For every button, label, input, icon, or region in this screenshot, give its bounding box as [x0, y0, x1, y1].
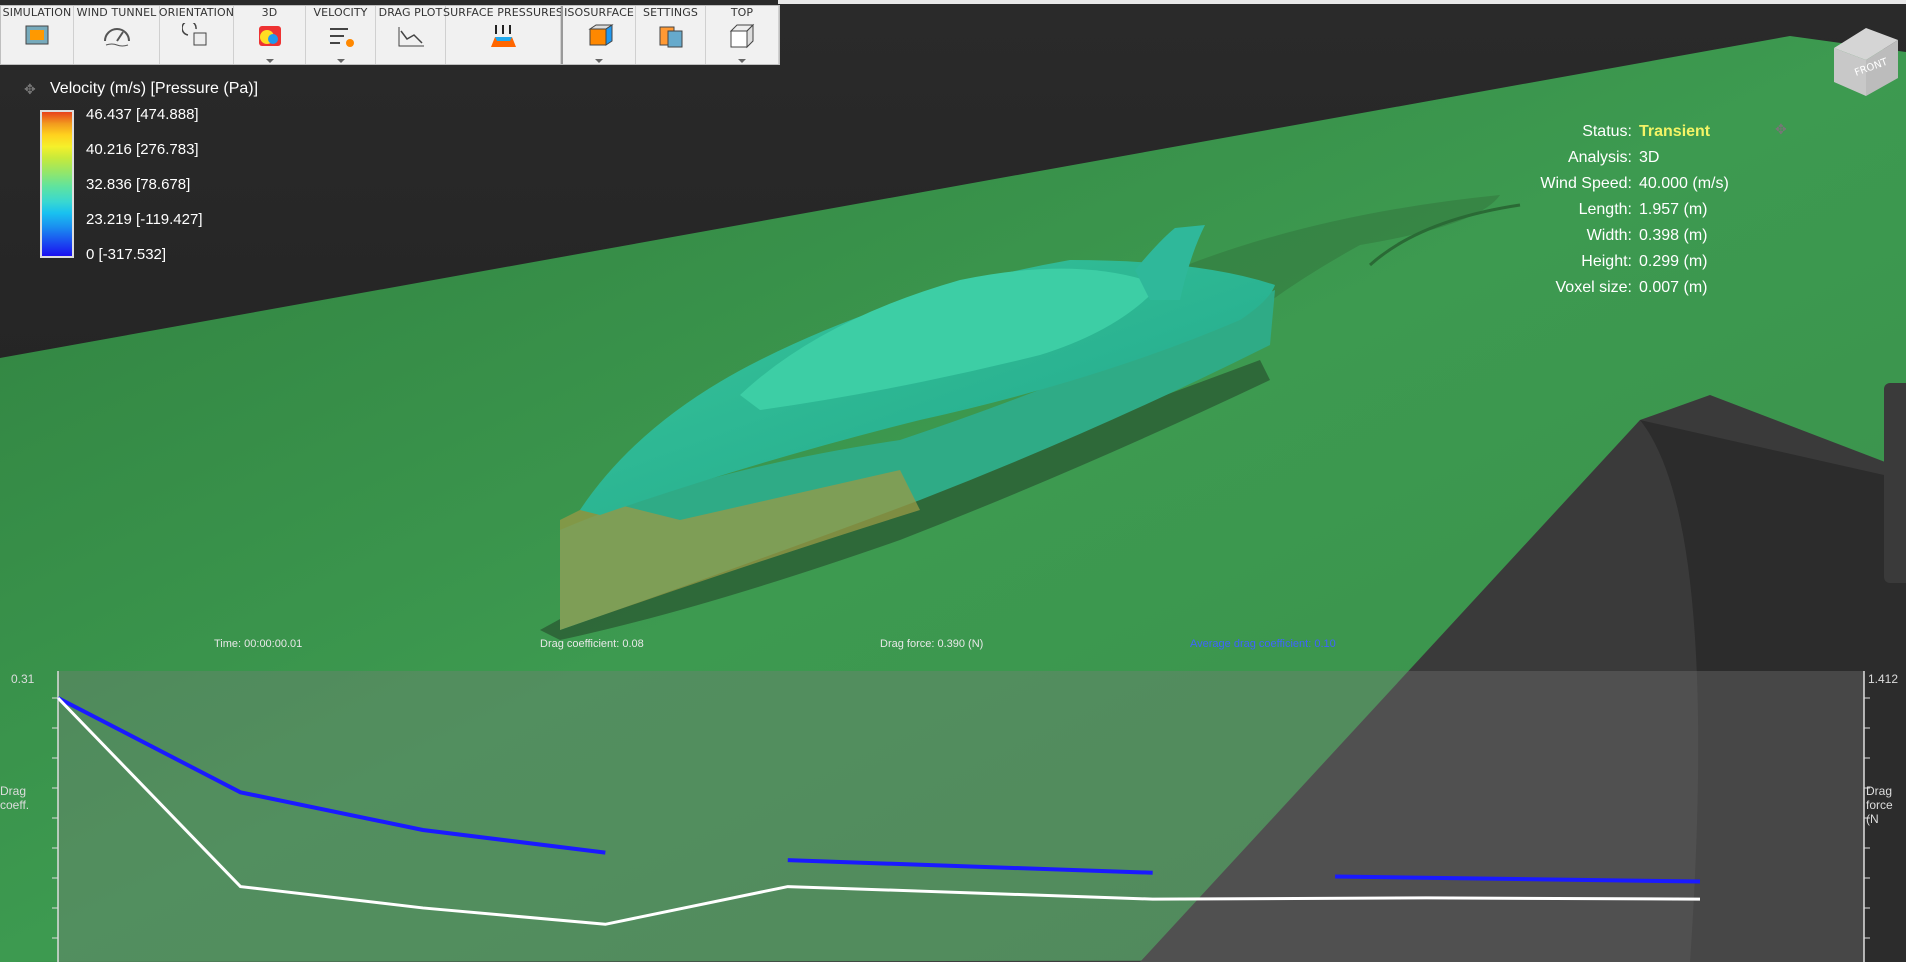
move-handle-icon[interactable]: ✥	[24, 82, 36, 98]
ribbon-toolbar: SIMULATION WIND TUNNEL ORIENTATION 3D VE…	[0, 5, 780, 65]
toolbar-velocity[interactable]: VELOCITY	[306, 6, 376, 64]
chart-area	[58, 671, 1864, 962]
toolbar-drag-plot[interactable]: DRAG PLOT	[376, 6, 446, 64]
height-value: 0.299 (m)	[1639, 253, 1708, 270]
length-label: Length:	[1578, 201, 1632, 218]
toolbar-settings[interactable]: SETTINGS	[636, 6, 706, 64]
length-value: 1.957 (m)	[1639, 201, 1708, 218]
voxel-size-label: Voxel size:	[1555, 279, 1632, 296]
voxel-size-value: 0.007 (m)	[1639, 279, 1708, 296]
dropdown-arrow-icon[interactable]	[595, 59, 603, 63]
left-axis-label: Drag coeff.	[0, 784, 30, 812]
settings-icon	[659, 26, 682, 48]
toolbar-label: SURFACE PRESSURES	[443, 6, 563, 19]
velocity-colorbar	[40, 110, 74, 258]
legend-tick: 46.437 [474.888]	[86, 106, 199, 123]
legend-tick: 23.219 [-119.427]	[86, 211, 203, 228]
drag-force-readout: Drag force: 0.390 (N)	[880, 638, 984, 650]
wind-tunnel-icon	[103, 28, 130, 47]
time-readout: Time: 00:00:00.01	[214, 638, 303, 650]
right-axis-label: Drag force (N	[1866, 784, 1893, 826]
left-axis-top-value: 0.31	[11, 672, 35, 686]
status-value: Transient	[1639, 123, 1711, 140]
right-axis-top-value: 1.412	[1868, 672, 1899, 686]
width-label: Width:	[1586, 227, 1632, 244]
toolbar-simulation[interactable]: SIMULATION	[1, 6, 74, 64]
legend-tick: 32.836 [78.678]	[86, 176, 191, 193]
dropdown-arrow-icon[interactable]	[738, 59, 746, 63]
toolbar-label: TOP	[730, 6, 754, 19]
toolbar-orientation[interactable]: ORIENTATION	[158, 6, 235, 64]
toolbar-label: 3D	[261, 6, 278, 19]
toolbar-isosurface[interactable]: ISOSURFACE	[561, 6, 636, 64]
drag-coefficient-readout: Drag coefficient: 0.08	[540, 638, 644, 650]
analysis-value: 3D	[1639, 149, 1660, 166]
height-label: Height:	[1581, 253, 1632, 270]
title-strip	[778, 0, 1906, 4]
side-tools-panel[interactable]	[1884, 383, 1906, 583]
toolbar-label: DRAG PLOT	[378, 6, 443, 19]
toolbar-label: ISOSURFACE	[564, 6, 634, 19]
toolbar-top[interactable]: TOP	[706, 6, 779, 64]
isosurface-icon	[588, 24, 614, 46]
toolbar-label: SIMULATION	[2, 6, 72, 19]
3d-view-icon	[258, 26, 281, 46]
simulation-icon	[25, 25, 49, 45]
navigation-cube[interactable]: FRONT	[1826, 20, 1906, 100]
surface-pressures-icon	[491, 25, 516, 47]
toolbar-wind-tunnel[interactable]: WIND TUNNEL	[74, 6, 160, 64]
info-move-handle-icon[interactable]: ✥	[1775, 122, 1787, 138]
toolbar-surface-pressures[interactable]: SURFACE PRESSURES	[443, 6, 563, 64]
wind-speed-label: Wind Speed:	[1540, 175, 1632, 192]
toolbar-label: SETTINGS	[643, 6, 698, 19]
toolbar-label: WIND TUNNEL	[76, 6, 157, 19]
legend-tick: 0 [-317.532]	[86, 246, 167, 263]
toolbar-label: ORIENTATION	[158, 6, 235, 19]
top-view-icon	[729, 23, 755, 49]
dropdown-arrow-icon[interactable]	[336, 59, 345, 63]
toolbar-label: VELOCITY	[313, 6, 368, 19]
legend-title: Velocity (m/s) [Pressure (Pa)]	[50, 80, 259, 97]
average-drag-readout: Average drag coefficient: 0.10	[1190, 638, 1336, 650]
viewport-3d[interactable]	[0, 0, 1906, 962]
analysis-label: Analysis:	[1567, 149, 1632, 166]
drag-plot-icon	[398, 27, 424, 47]
width-value: 0.398 (m)	[1639, 227, 1708, 244]
toolbar-3d[interactable]: 3D	[234, 6, 306, 64]
status-label: Status:	[1582, 123, 1632, 140]
dropdown-arrow-icon[interactable]	[265, 59, 274, 63]
wind-speed-value: 40.000 (m/s)	[1639, 175, 1729, 192]
velocity-icon	[329, 28, 354, 47]
legend-tick: 40.216 [276.783]	[86, 141, 199, 158]
orientation-icon	[181, 23, 206, 46]
